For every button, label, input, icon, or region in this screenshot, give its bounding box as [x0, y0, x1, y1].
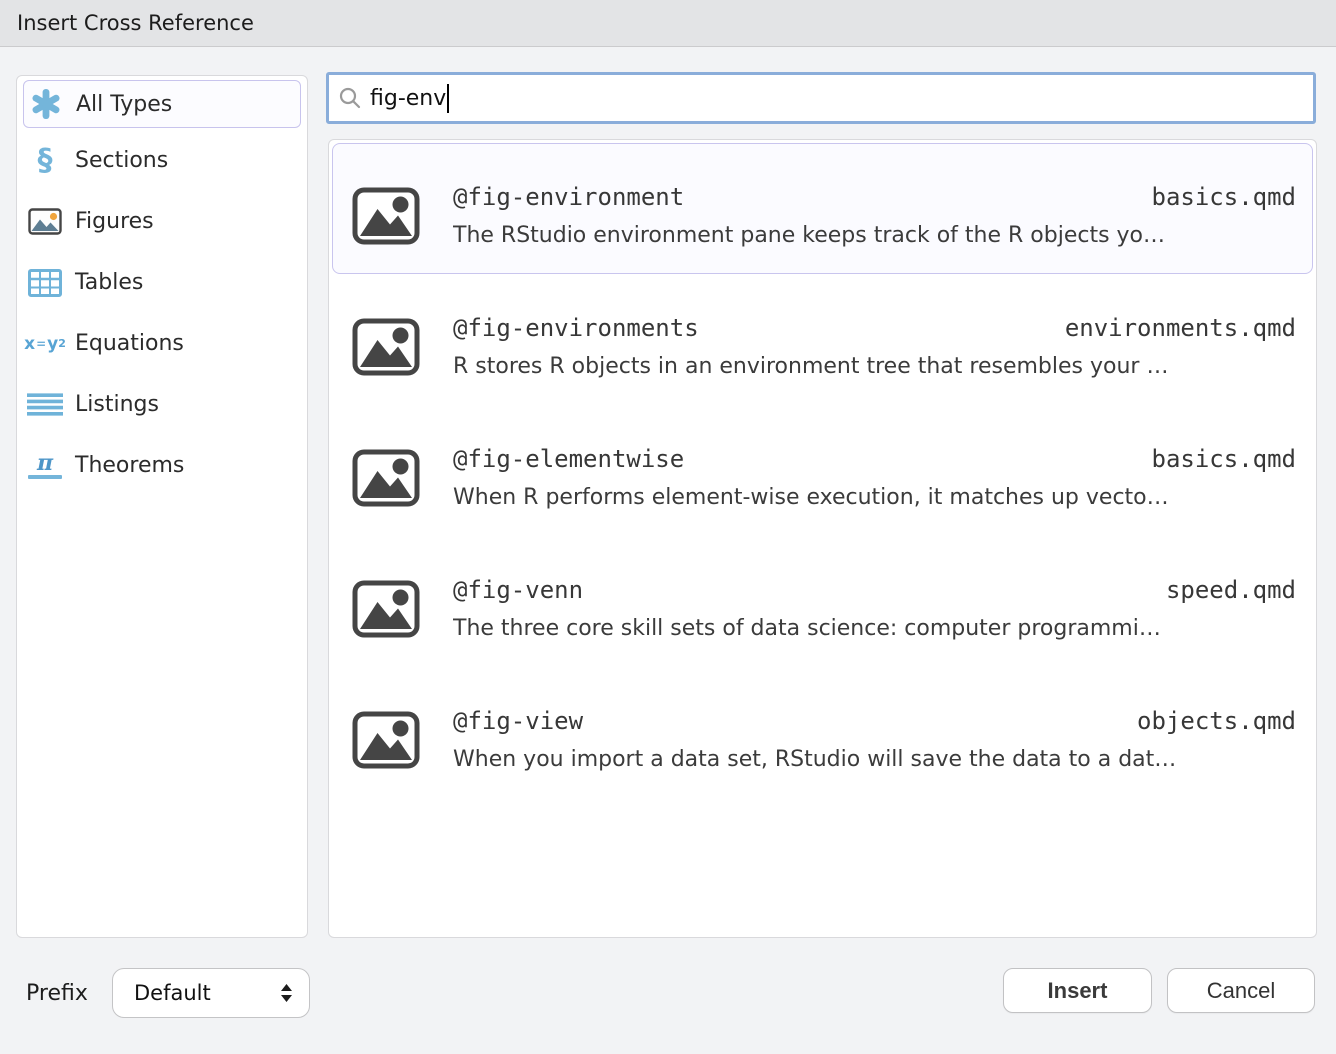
search-value: fig-env — [370, 86, 446, 111]
sidebar-item-figures[interactable]: Figures — [17, 193, 307, 250]
image-thumbnail-icon — [352, 187, 420, 245]
result-file: basics.qmd — [1152, 183, 1297, 211]
prefix-label: Prefix — [26, 981, 88, 1006]
section-icon: § — [25, 146, 65, 176]
result-description: The RStudio environment pane keeps track… — [453, 223, 1296, 248]
result-description: R stores R objects in an environment tre… — [453, 354, 1296, 379]
image-thumbnail-icon — [352, 580, 420, 638]
result-file: speed.qmd — [1166, 576, 1296, 604]
result-ref: @fig-environment — [453, 183, 684, 211]
prefix-select[interactable]: Default — [112, 968, 310, 1018]
sidebar-item-label: All Types — [76, 92, 172, 117]
sidebar-item-listings[interactable]: Listings — [17, 376, 307, 433]
image-thumbnail-icon — [352, 711, 420, 769]
sidebar-item-tables[interactable]: Tables — [17, 254, 307, 311]
result-description: When you import a data set, RStudio will… — [453, 747, 1296, 772]
image-thumbnail-icon — [352, 318, 420, 376]
dialog-titlebar: Insert Cross Reference — [0, 0, 1336, 47]
select-arrows-icon — [280, 983, 293, 1003]
figure-icon — [25, 208, 65, 235]
sidebar-item-label: Equations — [75, 331, 184, 356]
result-file: environments.qmd — [1065, 314, 1296, 342]
sidebar-item-label: Sections — [75, 148, 168, 173]
result-item-fig-view[interactable]: @fig-view objects.qmd When you import a … — [332, 667, 1313, 798]
result-item-fig-elementwise[interactable]: @fig-elementwise basics.qmd When R perfo… — [332, 405, 1313, 536]
sidebar-item-sections[interactable]: § Sections — [17, 132, 307, 189]
results-list: @fig-environment basics.qmd The RStudio … — [328, 139, 1317, 938]
table-icon — [25, 269, 65, 297]
prefix-selected-value: Default — [134, 981, 280, 1005]
sidebar-item-all-types[interactable]: All Types — [23, 80, 301, 128]
sidebar-item-label: Tables — [75, 270, 143, 295]
type-filter-panel: All Types § Sections Figures — [16, 75, 308, 938]
result-ref: @fig-view — [453, 707, 583, 735]
insert-button[interactable]: Insert — [1003, 968, 1152, 1013]
equation-icon: x=y2 — [25, 334, 65, 354]
cancel-button[interactable]: Cancel — [1167, 968, 1315, 1013]
theorem-icon: π — [25, 453, 65, 479]
result-file: objects.qmd — [1137, 707, 1296, 735]
sidebar-item-label: Theorems — [75, 453, 184, 478]
text-caret — [447, 84, 449, 113]
search-input[interactable]: fig-env — [326, 72, 1316, 124]
asterisk-icon — [26, 89, 66, 119]
result-ref: @fig-elementwise — [453, 445, 684, 473]
result-ref: @fig-environments — [453, 314, 699, 342]
result-item-fig-venn[interactable]: @fig-venn speed.qmd The three core skill… — [332, 536, 1313, 667]
listing-icon — [25, 393, 65, 416]
result-ref: @fig-venn — [453, 576, 583, 604]
sidebar-item-label: Figures — [75, 209, 154, 234]
search-icon — [338, 86, 362, 110]
image-thumbnail-icon — [352, 449, 420, 507]
result-description: The three core skill sets of data scienc… — [453, 616, 1296, 641]
result-description: When R performs element-wise execution, … — [453, 485, 1296, 510]
result-file: basics.qmd — [1152, 445, 1297, 473]
sidebar-item-label: Listings — [75, 392, 159, 417]
result-item-fig-environments[interactable]: @fig-environments environments.qmd R sto… — [332, 274, 1313, 405]
sidebar-item-equations[interactable]: x=y2 Equations — [17, 315, 307, 372]
insert-cross-reference-dialog: Insert Cross Reference All Types § Secti… — [0, 0, 1336, 1054]
dialog-title: Insert Cross Reference — [17, 11, 254, 35]
sidebar-item-theorems[interactable]: π Theorems — [17, 437, 307, 494]
result-item-fig-environment[interactable]: @fig-environment basics.qmd The RStudio … — [332, 143, 1313, 274]
